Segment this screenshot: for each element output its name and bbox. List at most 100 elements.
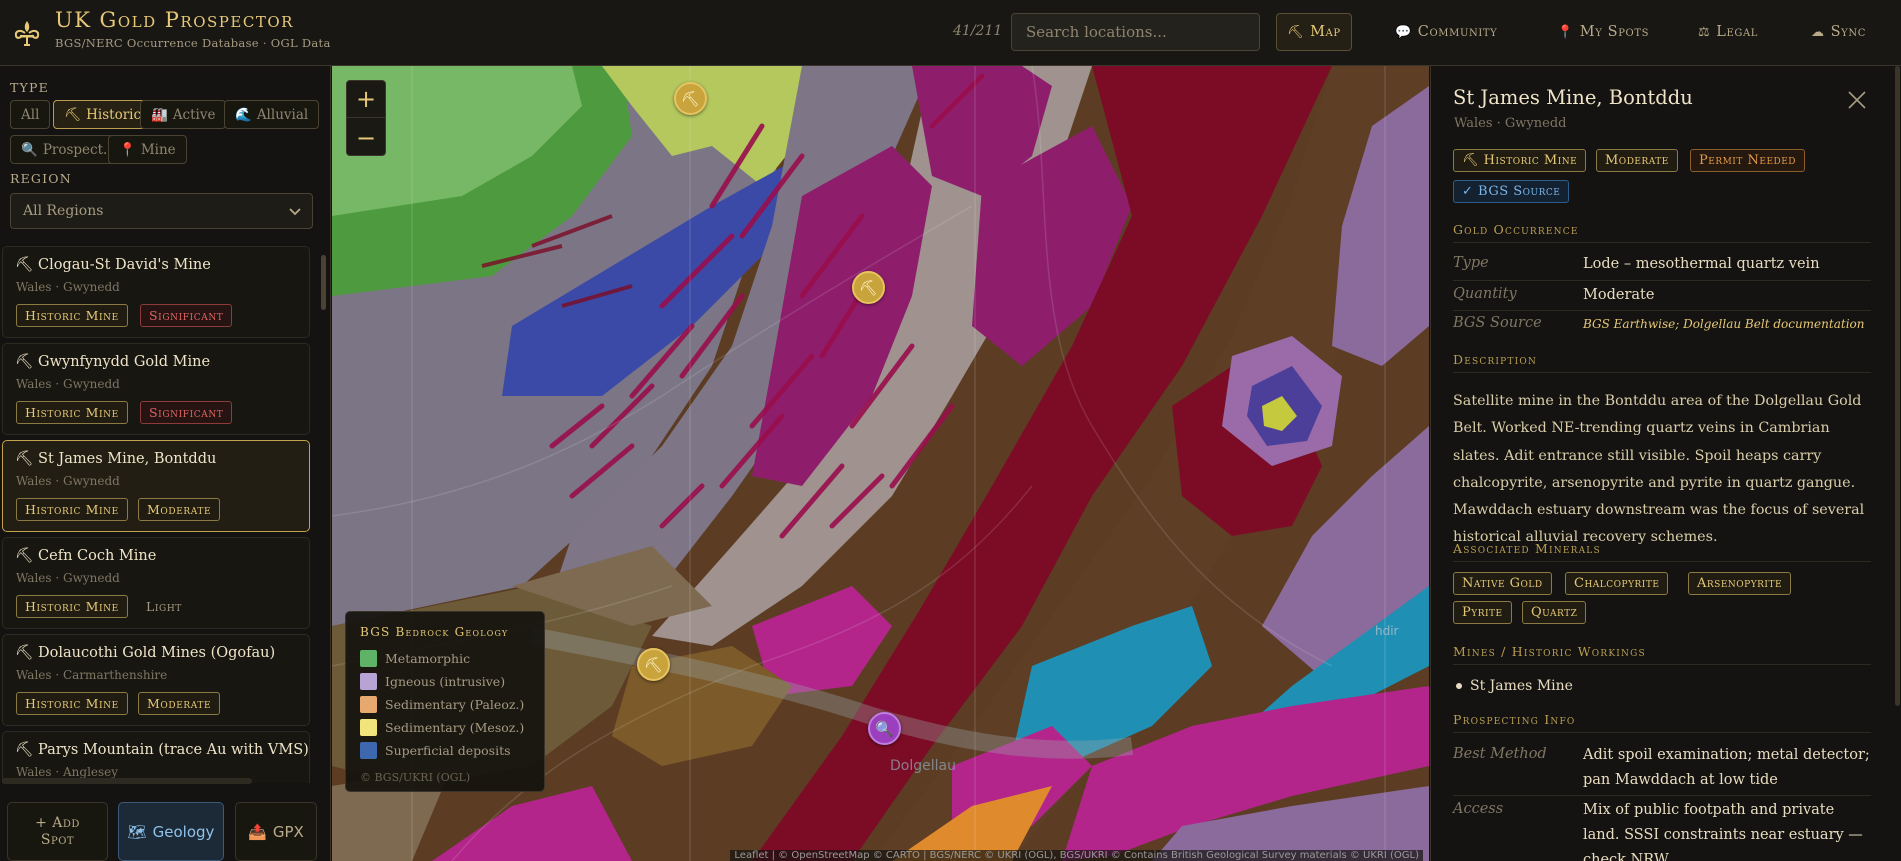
close-icon[interactable] (1847, 90, 1867, 110)
geology-toggle-button[interactable]: 🗺 Geology (118, 802, 224, 861)
magnifier-icon: 🔍 (875, 719, 894, 738)
grade-badge: Significant (140, 401, 233, 424)
zoom-in-button[interactable]: + (347, 81, 385, 118)
scales-icon: ⚖ (1698, 24, 1711, 40)
list-item[interactable]: ⛏ Cefn Coch Mine Wales · Gwynedd Histori… (2, 537, 310, 629)
occurrence-type-label: Type (1453, 255, 1489, 271)
grade-badge: Significant (140, 304, 233, 327)
nav-sync-button[interactable]: ☁ Sync (1801, 13, 1876, 51)
region-filter-label: REGION (10, 171, 72, 186)
nav-map-label: Map (1310, 24, 1341, 40)
divider (1453, 795, 1871, 796)
geology-legend: BGS Bedrock Geology Metamorphic Igneous … (345, 611, 545, 792)
legend-item: Metamorphic (360, 649, 470, 667)
detail-scrollbar-thumb[interactable] (1895, 66, 1900, 706)
nav-community-label: Community (1417, 24, 1498, 40)
filter-chip-prospect[interactable]: 🔍 Prospect. (10, 135, 119, 164)
search-input[interactable] (1011, 13, 1260, 51)
zoom-out-button[interactable]: − (347, 119, 385, 156)
app-subtitle: BGS/NERC Occurrence Database · OGL Data (55, 36, 331, 50)
zoom-control: + − (346, 80, 386, 156)
detail-panel: St James Mine, Bontddu Wales · Gwynedd ⛏… (1430, 66, 1901, 861)
legend-item-label: Metamorphic (385, 650, 471, 666)
divider (1453, 372, 1871, 373)
legend-title: BGS Bedrock Geology (360, 625, 509, 639)
gold-occurrence-heading: Gold Occurrence (1453, 222, 1579, 237)
filter-chip-prospect-label: Prospect. (42, 141, 108, 158)
filter-chip-mine[interactable]: 📍 Mine (108, 135, 187, 164)
list-horizontal-scrollbar[interactable] (2, 778, 252, 784)
filter-chip-alluvial[interactable]: 🌊 Alluvial (224, 100, 320, 129)
mineral-tag: Pyrite (1453, 601, 1512, 624)
list-item-name: ⛏ Gwynfynydd Gold Mine (15, 354, 211, 370)
map-marker-historic-mine[interactable]: ⛏ (674, 82, 707, 115)
map-icon: ⛏ (1287, 24, 1305, 40)
detail-title: St James Mine, Bontddu (1453, 86, 1693, 109)
pickaxe-icon: ⛏ (64, 106, 82, 123)
filter-chip-historic[interactable]: ⛏ Historic (53, 100, 153, 129)
geology-map[interactable]: + − ⛏ ⛏ ⛏ 🔍 Dolgellau hdir BGS Bedrock G… (332, 66, 1429, 861)
factory-icon: 🏭 (151, 106, 168, 123)
quantity-value: Moderate (1583, 287, 1655, 303)
nav-community-button[interactable]: 💬 Community (1385, 13, 1507, 51)
sidebar: TYPE All ⛏ Historic 🏭 Active 🌊 Alluvial … (0, 66, 331, 861)
list-item-name: ⛏ Clogau-St David's Mine (15, 257, 211, 273)
grade-badge: Moderate (138, 498, 221, 521)
list-item-name: ⛏ Cefn Coch Mine (15, 548, 157, 564)
list-item[interactable]: ⛏ Dolaucothi Gold Mines (Ogofau) Wales ·… (2, 634, 310, 726)
gpx-button[interactable]: 📤 GPX (235, 802, 317, 861)
list-item-location: Wales · Anglesey (16, 765, 119, 779)
pin-icon: 📍 (119, 141, 136, 158)
list-item[interactable]: ⛏ Clogau-St David's Mine Wales · Gwynedd… (2, 246, 310, 338)
location-list: ⛏ Clogau-St David's Mine Wales · Gwynedd… (0, 245, 331, 783)
workings-list-item: St James Mine (1453, 678, 1573, 694)
legend-item-label: Sedimentary (Paleoz.) (385, 696, 525, 712)
list-scrollbar-thumb[interactable] (321, 255, 326, 310)
filter-chip-all-label: All (21, 106, 40, 123)
access-label: Access (1453, 801, 1504, 817)
nav-legal-button[interactable]: ⚖ Legal (1688, 13, 1768, 51)
pin-icon: 📍 (1557, 24, 1574, 40)
list-item-location: Wales · Gwynedd (16, 280, 120, 294)
detail-source-badge: ✓ BGS Source (1453, 180, 1570, 203)
best-method-value: Adit spoil examination; metal detector; … (1583, 747, 1870, 788)
filter-chip-active[interactable]: 🏭 Active (140, 100, 227, 129)
list-item-location: Wales · Gwynedd (16, 474, 120, 488)
list-item-selected[interactable]: ⛏ St James Mine, Bontddu Wales · Gwynedd… (2, 440, 310, 532)
map-marker-historic-mine[interactable]: ⛏ (852, 271, 885, 304)
fleur-de-lis-logo-icon (14, 21, 40, 46)
map-attribution: Leaflet | © OpenStreetMap © CARTO | BGS/… (730, 850, 1423, 861)
add-spot-label: + Add Spot (35, 814, 80, 848)
legend-item: Igneous (intrusive) (360, 672, 505, 690)
type-badge: Historic Mine (16, 595, 128, 618)
filter-chip-all[interactable]: All (10, 100, 51, 129)
detail-scrollbar[interactable] (1894, 66, 1901, 861)
prospecting-heading: Prospecting Info (1453, 712, 1576, 727)
detail-type-badge: ⛏ Historic Mine (1453, 149, 1587, 172)
legend-item-label: Sedimentary (Mesoz.) (385, 719, 525, 735)
map-marker-prospect[interactable]: 🔍 (868, 712, 901, 745)
list-scrollbar[interactable] (320, 245, 327, 783)
divider (1453, 310, 1871, 311)
region-select[interactable]: All Regions (10, 193, 313, 229)
nav-legal-label: Legal (1716, 24, 1759, 40)
filter-chip-alluvial-label: Alluvial (256, 106, 309, 123)
description-heading: Description (1453, 352, 1538, 367)
type-badge: Historic Mine (16, 401, 128, 424)
list-item[interactable]: ⛏ Gwynfynydd Gold Mine Wales · Gwynedd H… (2, 343, 310, 435)
mineral-tag: Chalcopyrite (1565, 572, 1669, 595)
nav-map-button[interactable]: ⛏ Map (1276, 13, 1352, 51)
divider (1453, 561, 1871, 562)
bullet-icon (1456, 683, 1462, 689)
type-badge: Historic Mine (16, 498, 128, 521)
region-select-value: All Regions (23, 203, 104, 219)
list-item-name: ⛏ St James Mine, Bontddu (15, 451, 217, 467)
mineral-tag: Arsenopyrite (1688, 572, 1792, 595)
occurrence-type-value: Lode – mesothermal quartz vein (1583, 256, 1820, 272)
divider (1453, 664, 1871, 665)
legend-item: Sedimentary (Mesoz.) (360, 718, 524, 736)
add-spot-button[interactable]: + Add Spot (7, 802, 108, 861)
list-item[interactable]: ⛏ Parys Mountain (trace Au with VMS) Wal… (2, 731, 310, 783)
map-marker-historic-mine[interactable]: ⛏ (637, 648, 670, 681)
nav-my-spots-button[interactable]: 📍 My Spots (1547, 13, 1659, 51)
